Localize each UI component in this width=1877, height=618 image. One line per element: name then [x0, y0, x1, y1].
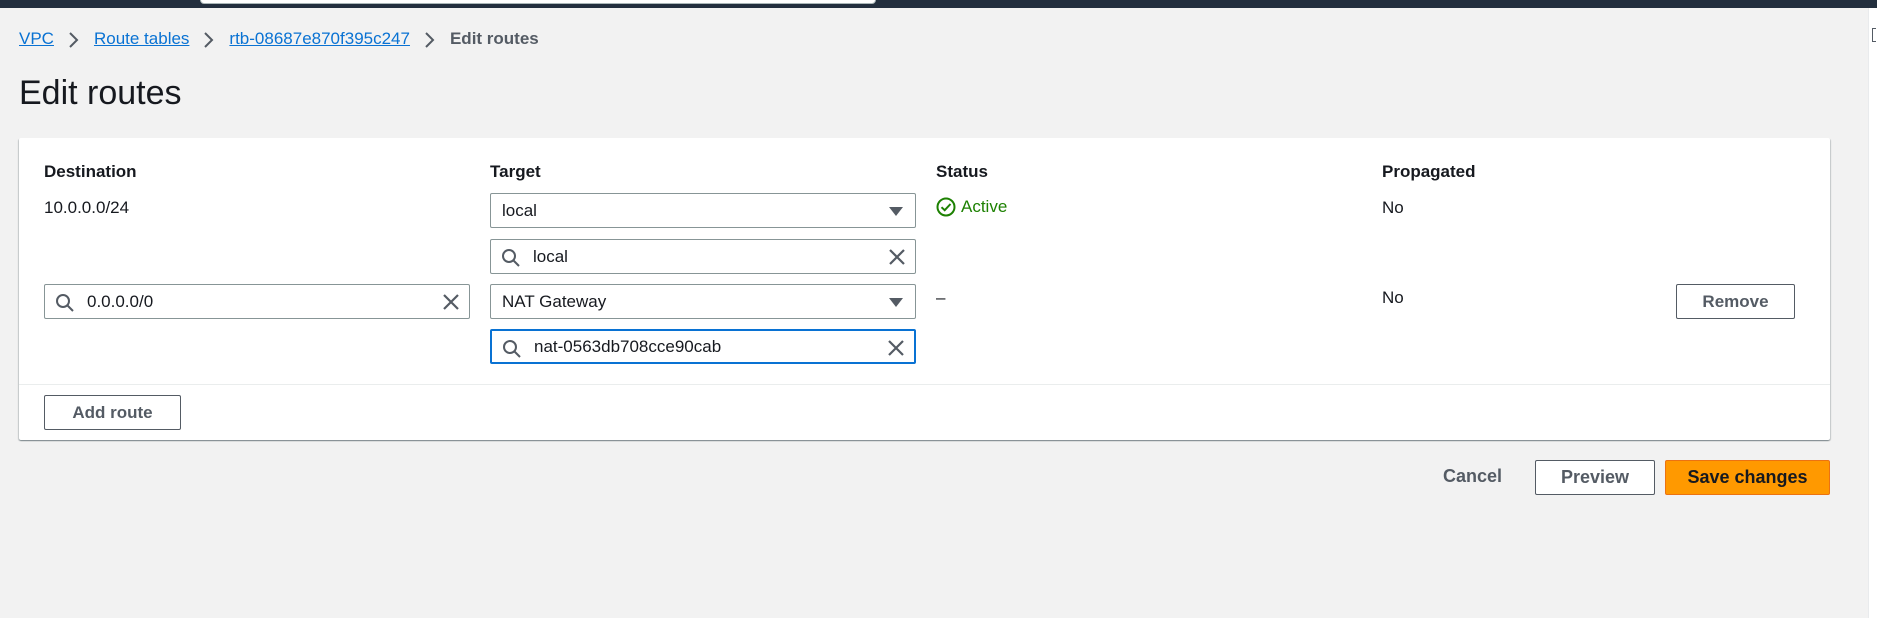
target-search-value: local	[533, 246, 568, 266]
destination-search-input[interactable]: 0.0.0.0/0	[44, 284, 470, 319]
column-header-propagated: Propagated	[1382, 162, 1476, 181]
cancel-button[interactable]: Cancel	[1443, 466, 1502, 487]
target-type-value: local	[502, 200, 537, 220]
breadcrumb-current: Edit routes	[449, 29, 539, 48]
column-header-status: Status	[936, 162, 988, 181]
route-destination: 10.0.0.0/24	[44, 198, 130, 217]
caret-down-icon	[889, 207, 903, 216]
side-panel-edge	[1868, 8, 1877, 618]
remove-route-button[interactable]: Remove	[1676, 284, 1795, 319]
destination-value: 0.0.0.0/0	[87, 291, 154, 311]
clear-icon[interactable]	[888, 248, 906, 271]
breadcrumb-vpc[interactable]: VPC	[19, 29, 54, 49]
chevron-right-icon	[410, 29, 450, 49]
propagated-value: No	[1382, 198, 1404, 217]
target-search-value: nat-0563db708cce90cab	[534, 336, 722, 356]
divider	[19, 384, 1830, 385]
panel-toggle-icon[interactable]	[1872, 28, 1876, 42]
chevron-right-icon	[54, 29, 94, 49]
save-changes-button[interactable]: Save changes	[1665, 460, 1830, 495]
clear-icon[interactable]	[887, 339, 905, 362]
target-type-select[interactable]: NAT Gateway	[490, 284, 916, 319]
status-text: Active	[961, 197, 1008, 216]
target-search-input[interactable]: local	[490, 239, 916, 274]
global-search-input[interactable]	[200, 0, 876, 4]
preview-button[interactable]: Preview	[1535, 460, 1655, 495]
search-icon	[501, 248, 521, 273]
breadcrumb: VPC Route tables rtb-08687e870f395c247 E…	[19, 29, 539, 49]
caret-down-icon	[889, 298, 903, 307]
column-header-target: Target	[490, 162, 541, 181]
breadcrumb-route-table-id[interactable]: rtb-08687e870f395c247	[229, 29, 410, 49]
search-icon	[55, 293, 75, 318]
column-header-destination: Destination	[44, 162, 137, 181]
status-success-icon	[936, 197, 956, 217]
chevron-right-icon	[189, 29, 229, 49]
add-route-button[interactable]: Add route	[44, 395, 181, 430]
propagated-value: No	[1382, 288, 1404, 307]
status-text: –	[936, 288, 946, 307]
target-type-value: NAT Gateway	[502, 291, 607, 311]
breadcrumb-route-tables[interactable]: Route tables	[94, 29, 189, 49]
target-type-select[interactable]: local	[490, 193, 916, 228]
target-search-input[interactable]: nat-0563db708cce90cab	[490, 329, 916, 364]
page-title: Edit routes	[19, 74, 182, 112]
top-navigation-bar	[0, 0, 1877, 8]
routes-panel: Destination Target Status Propagated 10.…	[19, 138, 1830, 440]
search-icon	[502, 339, 522, 364]
status-badge: Active	[936, 197, 1007, 217]
clear-icon[interactable]	[442, 293, 460, 316]
